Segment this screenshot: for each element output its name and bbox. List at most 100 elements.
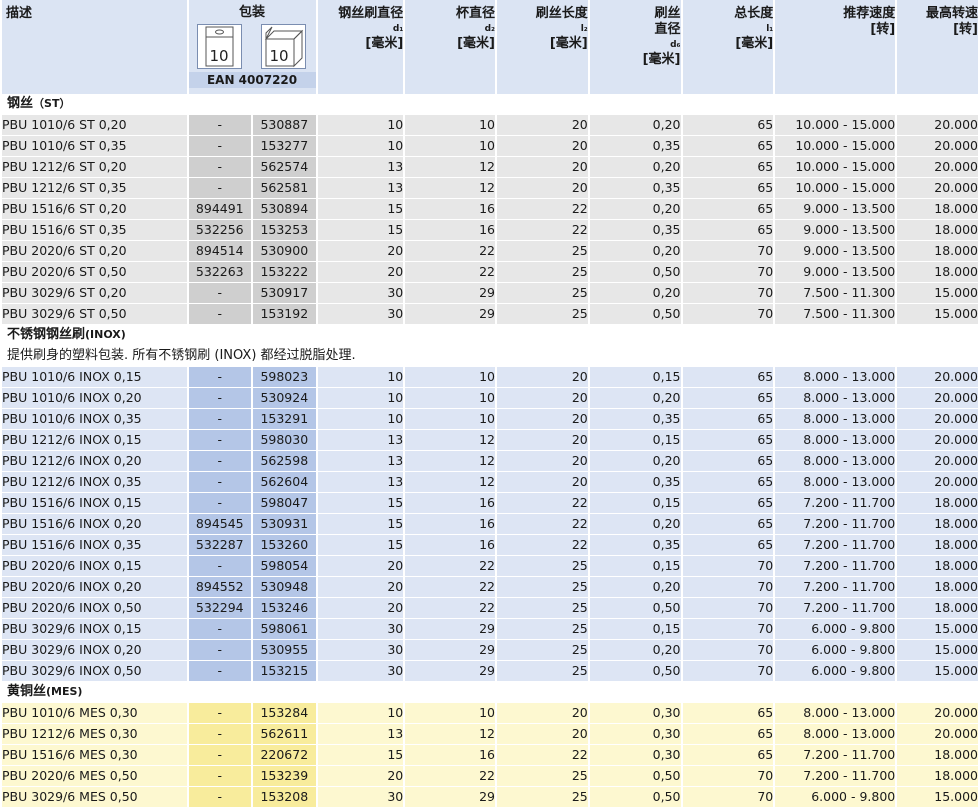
cell-ean-carton: 598023 [253, 367, 316, 388]
cell-ean-carton: 530955 [253, 640, 316, 661]
l1-unit: [毫米] [735, 36, 774, 51]
table-row: PBU 3029/6 INOX 0,15-598061 30 29 25 0,15 70 6… [2, 619, 978, 640]
cell-ean-carton: 562611 [253, 724, 316, 745]
l2-symbol: l₂ [580, 24, 588, 34]
cell-l1: 70 [682, 283, 774, 304]
cell-ean-carton: 530924 [253, 388, 316, 409]
cell-d6: 0,35 [589, 535, 681, 556]
cell-description: PBU 1516/6 MES 0,30 [2, 745, 187, 766]
cell-l2: 20 [497, 136, 588, 157]
col-header-description: 描述 [2, 0, 187, 94]
cell-recommended-speed: 6.000 - 9.800 [775, 640, 896, 661]
table-row: PBU 1212/6 INOX 0,15-598030 13 12 20 0,15 65 8… [2, 430, 978, 451]
cell-ean-carton: 153192 [253, 304, 316, 325]
cell-recommended-speed: 7.200 - 11.700 [775, 535, 896, 556]
cell-description: PBU 3029/6 INOX 0,50 [2, 661, 187, 682]
cell-max-speed: 18.000 [897, 766, 978, 787]
cell-max-speed: 18.000 [897, 745, 978, 766]
cell-l2: 22 [497, 220, 588, 241]
cell-recommended-speed: 7.500 - 11.300 [775, 304, 896, 325]
cell-d2: 10 [405, 136, 495, 157]
cell-max-speed: 20.000 [897, 472, 978, 493]
cell-d2: 29 [405, 304, 495, 325]
cell-d6: 0,30 [589, 724, 681, 745]
cell-description: PBU 1516/6 INOX 0,35 [2, 535, 187, 556]
cell-d1: 15 [317, 745, 404, 766]
cell-description: PBU 3029/6 INOX 0,15 [2, 619, 187, 640]
cell-ean-single: - [188, 640, 252, 661]
cell-ean-carton: 598054 [253, 556, 316, 577]
cell-recommended-speed: 9.000 - 13.500 [775, 241, 896, 262]
cell-max-speed: 15.000 [897, 619, 978, 640]
cell-l1: 70 [682, 619, 774, 640]
table-row: PBU 3029/6 ST 0,20-530917 30 29 25 0,20 70 7.5… [2, 283, 978, 304]
cell-description: PBU 2020/6 ST 0,50 [2, 262, 187, 283]
table-row: PBU 1516/6 MES 0,30-220672 15 16 22 0,30 65 7.… [2, 745, 978, 766]
cell-l1: 65 [682, 409, 774, 430]
cell-description: PBU 2020/6 INOX 0,50 [2, 598, 187, 619]
cell-d2: 10 [405, 409, 495, 430]
cell-l2: 22 [497, 745, 588, 766]
table-row: PBU 2020/6 INOX 0,20 894552 530948 20 22 25 0,… [2, 577, 978, 598]
cell-description: PBU 1010/6 INOX 0,20 [2, 388, 187, 409]
col-header-packaging: 包装 10 10 EAN 4007220 [188, 0, 316, 94]
section-note-row: 提供刷身的塑料包装. 所有不锈钢刷 (INOX) 都经过脱脂处理. [2, 346, 978, 367]
table-row: PBU 1516/6 INOX 0,20 894545 530931 15 16 22 0,… [2, 514, 978, 535]
cell-l2: 25 [497, 640, 588, 661]
cell-d2: 12 [405, 472, 495, 493]
cell-l2: 20 [497, 115, 588, 136]
cell-d6: 0,20 [589, 157, 681, 178]
product-table-page: 描述 包装 10 10 EAN 4007220 钢丝刷直径 d₁ [毫米] 杯直… [0, 0, 980, 808]
cell-d1: 15 [317, 220, 404, 241]
cell-d6: 0,35 [589, 220, 681, 241]
cell-recommended-speed: 8.000 - 13.000 [775, 724, 896, 745]
cell-recommended-speed: 10.000 - 15.000 [775, 136, 896, 157]
cell-l1: 70 [682, 766, 774, 787]
cell-recommended-speed: 6.000 - 9.800 [775, 661, 896, 682]
cell-max-speed: 18.000 [897, 514, 978, 535]
cell-d2: 16 [405, 514, 495, 535]
table-row: PBU 1516/6 ST 0,35 532256 153253 15 16 22 0,35… [2, 220, 978, 241]
cell-d1: 13 [317, 178, 404, 199]
cell-ean-single: - [188, 766, 252, 787]
cell-description: PBU 1212/6 ST 0,20 [2, 157, 187, 178]
cell-d6: 0,30 [589, 745, 681, 766]
section-note: 提供刷身的塑料包装. 所有不锈钢刷 (INOX) 都经过脱脂处理. [2, 346, 978, 367]
cell-d6: 0,20 [589, 514, 681, 535]
cell-d2: 22 [405, 262, 495, 283]
section-header: 钢丝（ST） [2, 94, 978, 115]
cell-max-speed: 18.000 [897, 577, 978, 598]
section-title-text: 不锈钢钢丝刷 [7, 327, 86, 342]
d2-symbol: d₂ [484, 24, 495, 34]
cell-l1: 65 [682, 745, 774, 766]
cell-max-speed: 20.000 [897, 115, 978, 136]
cell-d2: 22 [405, 766, 495, 787]
cell-d6: 0,20 [589, 577, 681, 598]
cell-d2: 16 [405, 535, 495, 556]
cell-d1: 20 [317, 577, 404, 598]
cell-ean-carton: 220672 [253, 745, 316, 766]
cell-d1: 15 [317, 514, 404, 535]
cell-recommended-speed: 8.000 - 13.000 [775, 388, 896, 409]
cell-l2: 25 [497, 241, 588, 262]
cell-ean-carton: 153246 [253, 598, 316, 619]
cell-ean-carton: 530894 [253, 199, 316, 220]
cell-ean-single: 532287 [188, 535, 252, 556]
cell-description: PBU 1212/6 INOX 0,20 [2, 451, 187, 472]
cell-l2: 25 [497, 598, 588, 619]
cell-ean-carton: 530900 [253, 241, 316, 262]
cell-d6: 0,20 [589, 241, 681, 262]
cell-l1: 65 [682, 199, 774, 220]
section-header: 黄铜丝(MES) [2, 682, 978, 703]
cell-d1: 10 [317, 136, 404, 157]
cell-recommended-speed: 7.200 - 11.700 [775, 493, 896, 514]
cell-l2: 25 [497, 577, 588, 598]
cell-max-speed: 20.000 [897, 451, 978, 472]
cell-l1: 65 [682, 367, 774, 388]
cell-d6: 0,50 [589, 787, 681, 808]
cell-recommended-speed: 6.000 - 9.800 [775, 619, 896, 640]
cell-ean-single: - [188, 787, 252, 808]
cell-d1: 15 [317, 535, 404, 556]
cell-d2: 29 [405, 787, 495, 808]
cell-description: PBU 1010/6 INOX 0,35 [2, 409, 187, 430]
